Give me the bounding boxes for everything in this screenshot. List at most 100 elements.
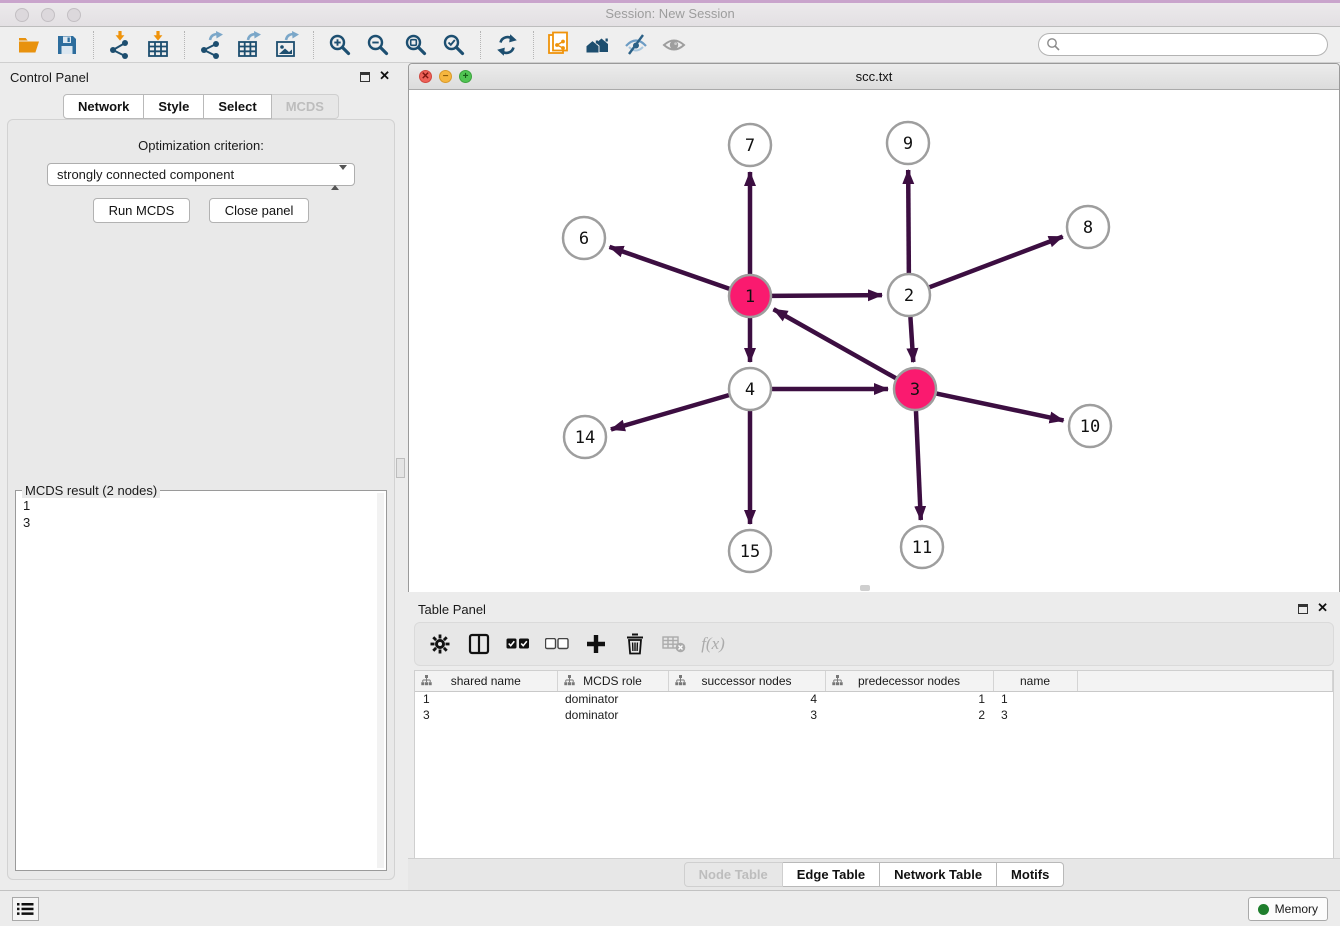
criterion-dropdown[interactable]: strongly connected component — [47, 163, 355, 186]
toolbar-separator — [313, 31, 314, 59]
hierarchy-icon — [421, 675, 432, 686]
memory-label: Memory — [1275, 902, 1318, 916]
zoom-out-icon[interactable] — [363, 30, 393, 60]
open-session-icon[interactable] — [14, 30, 44, 60]
network-window-titlebar[interactable]: ✕ − + scc.txt — [409, 64, 1339, 90]
graph-node-label: 4 — [745, 380, 755, 400]
control-panel-tabs: Network Style Select MCDS — [0, 94, 402, 119]
network-window-title: scc.txt — [409, 69, 1339, 84]
graph-edge-3-1[interactable] — [774, 309, 896, 378]
add-column-icon[interactable] — [583, 631, 609, 657]
task-history-button[interactable] — [12, 897, 39, 921]
graph-node-label: 7 — [745, 136, 755, 156]
run-mcds-button[interactable]: Run MCDS — [93, 198, 191, 223]
graph-edge-1-2[interactable] — [772, 295, 882, 296]
home-icon[interactable] — [583, 30, 613, 60]
new-network-from-selection-icon[interactable] — [545, 30, 575, 60]
tab-mcds[interactable]: MCDS — [272, 94, 339, 119]
split-table-view-icon[interactable] — [466, 631, 492, 657]
close-panel-button[interactable]: Close panel — [209, 198, 310, 223]
graph-edge-4-14[interactable] — [611, 395, 729, 429]
dropdown-stepper-icon — [331, 167, 347, 188]
tab-network[interactable]: Network — [63, 94, 144, 119]
column-header-predecessor-nodes[interactable]: predecessor nodes — [825, 671, 993, 691]
list-icon — [17, 902, 34, 916]
optimization-criterion-label: Optimization criterion: — [8, 138, 394, 153]
zoom-selected-icon[interactable] — [439, 30, 469, 60]
graph-edge-2-3[interactable] — [910, 317, 913, 362]
control-panel-header: Control Panel ✕ — [0, 63, 402, 91]
graph-edge-2-8[interactable] — [930, 237, 1063, 288]
search-input[interactable] — [1038, 33, 1328, 56]
graph-edge-3-11[interactable] — [916, 411, 921, 520]
table-cell: dominator — [557, 707, 668, 723]
graph-node-label: 14 — [575, 428, 595, 448]
save-session-icon[interactable] — [52, 30, 82, 60]
table-tab-bar: Node Table Edge Table Network Table Moti… — [408, 858, 1340, 890]
tab-node-table[interactable]: Node Table — [684, 862, 783, 887]
zoom-fit-icon[interactable] — [401, 30, 431, 60]
panel-splitter-handle[interactable] — [396, 458, 405, 478]
tab-style[interactable]: Style — [144, 94, 204, 119]
graph-edge-3-10[interactable] — [937, 394, 1064, 421]
table-cell-filler — [1077, 707, 1333, 723]
toolbar-separator — [533, 31, 534, 59]
table-row[interactable]: 3dominator323 — [415, 707, 1333, 723]
export-table-icon[interactable] — [234, 30, 264, 60]
network-scrollbar-handle[interactable] — [860, 585, 870, 591]
table-row[interactable]: 1dominator411 — [415, 691, 1333, 707]
export-image-icon[interactable] — [272, 30, 302, 60]
import-network-icon[interactable] — [105, 30, 135, 60]
table-panel-float-icon[interactable] — [1298, 604, 1308, 614]
export-network-icon[interactable] — [196, 30, 226, 60]
table-panel: Table Panel ✕ f(x) — [408, 595, 1340, 890]
column-header-filler — [1077, 671, 1333, 691]
toolbar-separator — [480, 31, 481, 59]
control-panel-float-icon[interactable] — [360, 72, 370, 82]
select-all-rows-icon[interactable] — [505, 631, 531, 657]
table-panel-title: Table Panel — [418, 602, 486, 617]
mcds-result-line: 1 — [23, 497, 386, 514]
graph-node-label: 8 — [1083, 218, 1093, 238]
mcds-result-legend: MCDS result (2 nodes) — [22, 483, 160, 498]
tab-motifs[interactable]: Motifs — [997, 862, 1064, 887]
graph-edge-2-9[interactable] — [908, 170, 909, 273]
delete-column-icon[interactable] — [622, 631, 648, 657]
control-panel-close-icon[interactable]: ✕ — [379, 68, 390, 84]
graph-node-label: 9 — [903, 134, 913, 154]
table-toolbar: f(x) — [414, 622, 1334, 666]
zoom-in-icon[interactable] — [325, 30, 355, 60]
toolbar-separator — [93, 31, 94, 59]
table-settings-icon[interactable] — [427, 631, 453, 657]
node-table: shared name MCDS role successor nodes pr… — [414, 670, 1334, 858]
hierarchy-icon — [564, 675, 575, 686]
table-cell: 1 — [825, 691, 993, 707]
show-graphics-details-icon — [659, 30, 689, 60]
result-scrollbar[interactable] — [377, 493, 384, 868]
network-canvas[interactable]: 7968124314101511 — [409, 90, 1339, 592]
column-header-mcds-role[interactable]: MCDS role — [557, 671, 668, 691]
tab-select[interactable]: Select — [204, 94, 271, 119]
column-header-shared-name[interactable]: shared name — [415, 671, 557, 691]
refresh-icon[interactable] — [492, 30, 522, 60]
delete-table-icon — [661, 631, 687, 657]
column-header-successor-nodes[interactable]: successor nodes — [668, 671, 825, 691]
graph-node-label: 15 — [740, 542, 760, 562]
deselect-all-rows-icon[interactable] — [544, 631, 570, 657]
window-title: Session: New Session — [0, 6, 1340, 21]
column-header-name[interactable]: name — [993, 671, 1077, 691]
import-table-icon[interactable] — [143, 30, 173, 60]
graph-node-label: 2 — [904, 286, 914, 306]
graph-edges — [609, 170, 1063, 524]
table-panel-header: Table Panel ✕ — [408, 595, 1340, 623]
table-cell: dominator — [557, 691, 668, 707]
table-cell: 1 — [415, 691, 557, 707]
status-bar: Memory — [0, 890, 1340, 926]
tab-edge-table[interactable]: Edge Table — [783, 862, 880, 887]
main-toolbar — [0, 27, 1340, 63]
graph-edge-1-6[interactable] — [609, 247, 729, 289]
hide-graphics-details-icon[interactable] — [621, 30, 651, 60]
memory-button[interactable]: Memory — [1248, 897, 1328, 921]
table-panel-close-icon[interactable]: ✕ — [1317, 600, 1328, 616]
tab-network-table[interactable]: Network Table — [880, 862, 997, 887]
